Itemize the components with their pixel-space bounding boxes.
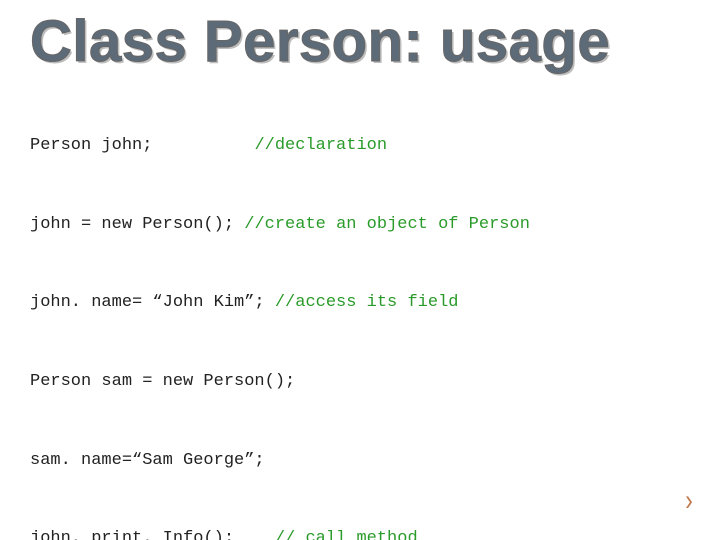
code-text: Person john; xyxy=(30,136,254,155)
code-line: sam. name=“Sam George”; xyxy=(30,441,690,481)
slide: Class Person: usage Class Person: usage … xyxy=(0,0,720,540)
code-text: john. name= “John Kim”; xyxy=(30,293,275,312)
next-arrow-icon[interactable]: › xyxy=(685,484,693,518)
code-comment: //create an object of Person xyxy=(244,215,530,234)
code-text: john. print. Info(); xyxy=(30,529,275,540)
code-text: sam. name=“Sam George”; xyxy=(30,451,265,470)
code-line: john. name= “John Kim”; //access its fie… xyxy=(30,283,690,323)
code-comment: //declaration xyxy=(254,136,387,155)
code-line: Person sam = new Person(); xyxy=(30,362,690,402)
code-comment: // call method xyxy=(275,529,418,540)
slide-title: Class Person: usage xyxy=(30,12,610,73)
code-comment: //access its field xyxy=(275,293,459,312)
code-line: Person john; //declaration xyxy=(30,126,690,166)
code-text: john = new Person(); xyxy=(30,215,244,234)
code-line: john. print. Info(); // call method xyxy=(30,519,690,540)
code-line: john = new Person(); //create an object … xyxy=(30,205,690,245)
slide-title-wrap: Class Person: usage Class Person: usage xyxy=(30,12,610,73)
code-block: Person john; //declaration john = new Pe… xyxy=(30,87,690,540)
code-text: Person sam = new Person(); xyxy=(30,372,295,391)
